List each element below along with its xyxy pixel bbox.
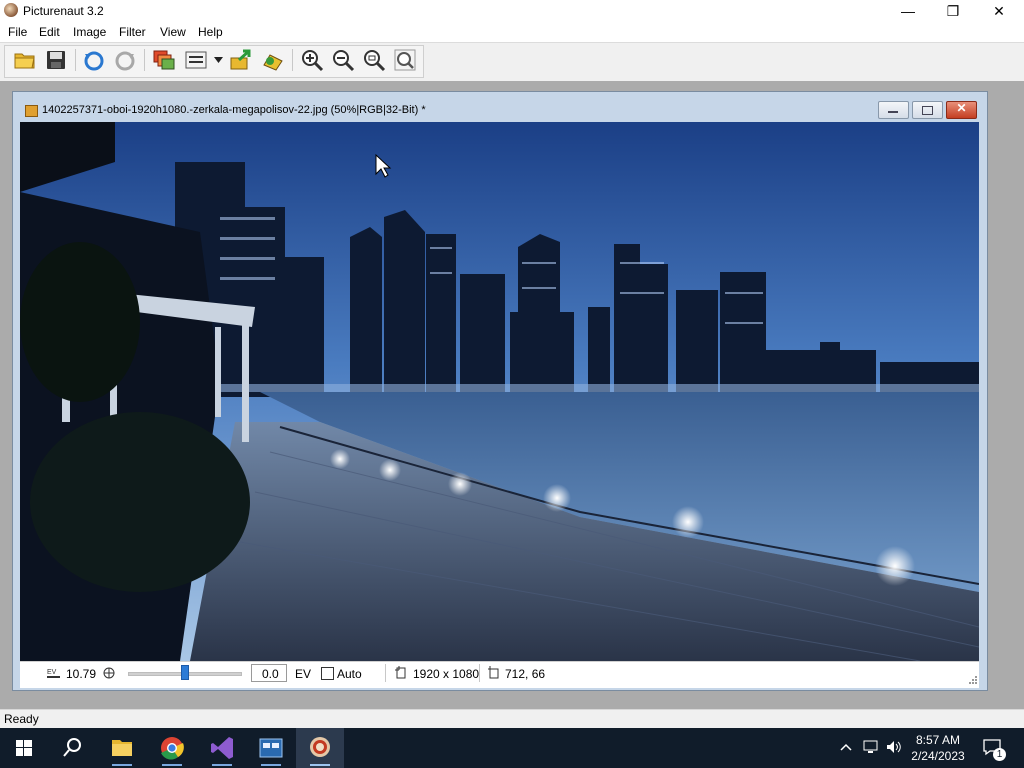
image-canvas[interactable]: [20, 122, 979, 661]
resize-grip-icon[interactable]: [967, 674, 977, 684]
undo-icon[interactable]: [82, 48, 106, 72]
document-title: 1402257371-oboi-1920h1080.-zerkala-megap…: [42, 104, 426, 116]
tray-clock[interactable]: 8:57 AM 2/24/2023: [900, 732, 976, 764]
toolbar-separator: [144, 49, 145, 71]
menu-edit[interactable]: Edit: [39, 25, 60, 39]
chrome-icon[interactable]: [148, 728, 196, 768]
document-maximize-button[interactable]: [912, 101, 943, 119]
redo-icon[interactable]: [113, 48, 137, 72]
ev-icon: EV: [47, 669, 60, 678]
ev-input[interactable]: 0.0: [251, 664, 287, 682]
picturenaut-app-icon: [4, 3, 18, 17]
toolbar-separator: [292, 49, 293, 71]
cursor-position-icon: [488, 666, 499, 679]
window-title: Picturenaut 3.2: [23, 4, 104, 18]
menu-filter[interactable]: Filter: [119, 25, 146, 39]
menu-file[interactable]: File: [8, 25, 27, 39]
ev-unit-label: EV: [295, 667, 312, 681]
close-button[interactable]: ✕: [976, 0, 1022, 22]
clock-time: 8:57 AM: [915, 733, 961, 747]
visual-studio-icon[interactable]: [198, 728, 246, 768]
exposure-icon: [103, 667, 115, 679]
zoom-fit-icon[interactable]: [362, 48, 386, 72]
clock-date: 2/24/2023: [911, 749, 965, 763]
image-dimensions: 1920 x 1080: [413, 667, 480, 681]
dropdown-arrow-icon[interactable]: [214, 57, 223, 63]
menu-view[interactable]: View: [160, 25, 186, 39]
status-separator: [385, 664, 386, 682]
layers-icon[interactable]: [152, 48, 176, 72]
document-close-button[interactable]: ✕: [946, 101, 977, 119]
open-folder-icon[interactable]: [13, 48, 37, 72]
ev-value: 10.79: [66, 667, 97, 681]
app-window-icon[interactable]: [247, 728, 295, 768]
export-icon[interactable]: [229, 48, 253, 72]
tonemap-icon[interactable]: [261, 48, 285, 72]
picturenaut-icon[interactable]: [296, 728, 344, 768]
network-icon[interactable]: [862, 739, 880, 755]
auto-checkbox[interactable]: [321, 667, 334, 680]
document-icon: [25, 105, 38, 117]
exposure-slider-thumb[interactable]: [181, 665, 189, 680]
zoom-in-icon[interactable]: [300, 48, 324, 72]
zoom-out-icon[interactable]: [331, 48, 355, 72]
save-icon[interactable]: [44, 48, 68, 72]
file-explorer-icon[interactable]: [98, 728, 146, 768]
toolbar-separator: [75, 49, 76, 71]
title-bar: [0, 0, 1024, 22]
status-text: Ready: [4, 712, 39, 726]
minimize-button[interactable]: —: [885, 0, 931, 22]
auto-label: Auto: [337, 667, 362, 681]
document-minimize-button[interactable]: [878, 101, 909, 119]
menu-bar: [0, 22, 1024, 42]
image-size-icon: [395, 666, 406, 679]
menu-help[interactable]: Help: [198, 25, 223, 39]
search-icon[interactable]: [48, 728, 96, 768]
status-bar: [0, 709, 1024, 729]
status-separator: [479, 664, 480, 682]
adjustments-icon[interactable]: [184, 48, 208, 72]
svg-text:EV: EV: [47, 669, 57, 676]
cursor-position: 712, 66: [505, 667, 546, 681]
chevron-up-icon[interactable]: [839, 740, 853, 754]
zoom-actual-icon[interactable]: [393, 48, 417, 72]
maximize-button[interactable]: ❐: [930, 0, 976, 22]
windows-start-icon[interactable]: [0, 728, 48, 768]
menu-image[interactable]: Image: [73, 25, 106, 39]
notification-count-badge: 1: [993, 748, 1006, 761]
